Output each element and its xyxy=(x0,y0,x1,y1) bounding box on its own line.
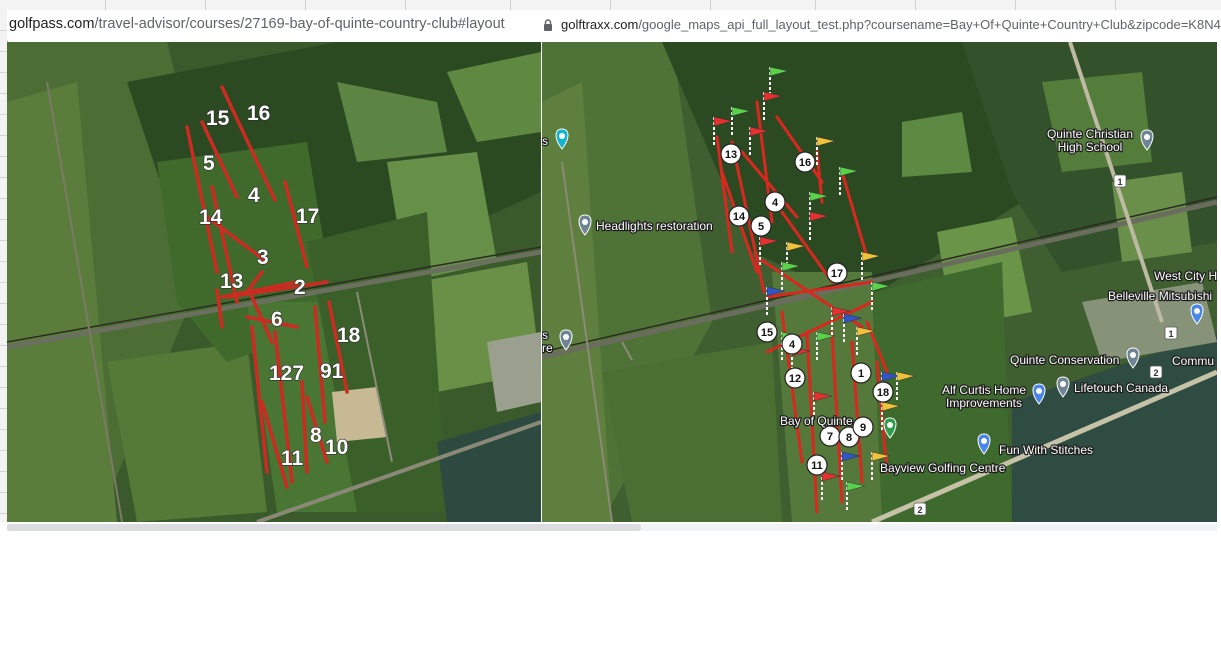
road-shield-icon: 2 xyxy=(913,502,927,516)
road-shield-icon: 1 xyxy=(1113,174,1127,188)
left-hole-label: 15 xyxy=(206,107,230,130)
place-label-text: Improvements xyxy=(946,396,1022,410)
right-map-canvas[interactable]: 131641451715412 17 891118 Headlights resto… xyxy=(542,42,1217,522)
place-label[interactable]: West City H xyxy=(1153,268,1217,284)
hole-marker-label: 18 xyxy=(877,387,889,399)
place-label[interactable]: Bayview Golfing Centre xyxy=(879,460,1007,476)
place-label-text: re xyxy=(542,341,553,355)
right-url-text[interactable]: golftraxx.com/google_maps_api_full_layou… xyxy=(561,17,1221,32)
place-label-text: Quinte Christian xyxy=(1047,127,1133,141)
hole-marker[interactable]: 18 xyxy=(872,381,894,403)
place-label-text: Bay of Quinte xyxy=(780,414,853,428)
place-label-text: High School xyxy=(1058,140,1123,154)
place-label-text: Fun With Stitches xyxy=(999,443,1093,457)
left-hole-label: 17 xyxy=(296,205,319,228)
left-hole-label: 4 xyxy=(248,184,260,207)
hole-marker-label: 13 xyxy=(725,149,737,161)
hole-marker-label: 7 xyxy=(827,431,833,443)
hole-marker[interactable]: 5 xyxy=(750,215,772,237)
hole-marker[interactable]: 14 xyxy=(728,205,750,227)
place-label-text: Quinte Conservation xyxy=(1010,353,1119,367)
right-satellite-map[interactable]: 13 16 4 14 5 17 15 4 12 1 7 8 9 11 18 Headlights resto… xyxy=(542,42,1217,522)
road-shield-icon: 2 xyxy=(1149,365,1163,379)
left-url-text[interactable]: golfpass.com/travel-advisor/courses/2716… xyxy=(9,16,505,32)
left-hole-label: 91 xyxy=(320,360,344,383)
left-hole-label: 18 xyxy=(337,324,361,347)
svg-text:1: 1 xyxy=(1117,177,1122,187)
hole-marker[interactable]: 7 xyxy=(819,425,841,447)
place-label-text: Lifetouch Canada xyxy=(1074,381,1168,395)
hole-marker-label: 14 xyxy=(733,211,746,223)
hole-marker-label: 9 xyxy=(860,422,866,434)
place-label-text: Commu xyxy=(1172,354,1214,368)
hole-marker[interactable]: 17 xyxy=(826,262,848,284)
place-label-text: Belleville Mitsubishi xyxy=(1108,289,1212,303)
hole-marker-label: 4 xyxy=(772,197,779,209)
place-label-text: s xyxy=(542,134,548,148)
left-hole-label: 11 xyxy=(281,447,304,470)
left-hole-label: 6 xyxy=(271,308,283,331)
hole-marker[interactable]: 9 xyxy=(852,416,874,438)
hole-marker-label: 11 xyxy=(811,460,823,472)
right-url-host: golftraxx.com xyxy=(561,17,639,32)
hole-marker[interactable]: 1 xyxy=(850,362,872,384)
hole-marker-label: 8 xyxy=(846,432,852,444)
right-address-bar[interactable]: golftraxx.com/google_maps_api_full_layou… xyxy=(541,10,1221,40)
hole-marker[interactable]: 11 xyxy=(806,454,828,476)
place-label-text: Bayview Golfing Centre xyxy=(880,461,1006,475)
left-hole-label: 10 xyxy=(325,436,348,459)
hole-marker-label: 4 xyxy=(789,339,796,351)
road-shield-icon: 1 xyxy=(1164,326,1178,340)
place-label-text: Headlights restoration xyxy=(596,219,713,233)
hole-marker-label: 15 xyxy=(761,327,773,339)
svg-text:1: 1 xyxy=(1168,329,1173,339)
hole-marker-label: 12 xyxy=(789,373,801,385)
place-label-text: s xyxy=(542,328,548,342)
hole-marker-label: 16 xyxy=(799,157,811,169)
place-label[interactable]: Commu xyxy=(1171,353,1215,369)
place-label-text: West City H xyxy=(1154,269,1217,283)
place-label-text: Alf Curtis Home xyxy=(942,383,1026,397)
lock-icon xyxy=(543,19,553,34)
hole-marker[interactable]: 4 xyxy=(781,333,803,355)
hole-marker[interactable]: 4 xyxy=(764,191,786,213)
hole-marker[interactable]: 15 xyxy=(756,321,778,343)
hole-marker-label: 1 xyxy=(858,368,864,380)
left-hole-label: 5 xyxy=(203,152,215,175)
svg-text:2: 2 xyxy=(917,505,922,515)
left-hole-label: 14 xyxy=(199,206,223,229)
horizontal-scrollbar-thumb[interactable] xyxy=(7,524,641,531)
left-url-path: /travel-advisor/courses/27169-bay-of-qui… xyxy=(94,16,505,32)
hole-marker[interactable]: 13 xyxy=(720,143,742,165)
hole-marker-label: 5 xyxy=(758,221,764,233)
left-hole-label: 13 xyxy=(220,270,243,293)
hole-marker-label: 17 xyxy=(831,268,843,280)
left-hole-label: 8 xyxy=(310,424,322,447)
left-url-host: golfpass.com xyxy=(9,16,95,32)
left-hole-label: 16 xyxy=(247,102,270,125)
right-url-path: /google_maps_api_full_layout_test.php?co… xyxy=(638,17,1221,32)
hole-marker[interactable]: 12 xyxy=(784,367,806,389)
svg-text:2: 2 xyxy=(1153,368,1158,378)
left-hole-label: 2 xyxy=(294,276,306,299)
left-map-canvas[interactable]: 15 16 5 4 14 17 3 13 26 18 127 91 810 11 xyxy=(7,42,541,522)
left-hole-label: 3 xyxy=(257,246,269,269)
left-satellite-map[interactable]: 15 16 5 4 14 17 3 13 2 6 18 127 91 8 10 11 xyxy=(7,42,541,522)
left-hole-label: 127 xyxy=(269,362,304,385)
left-address-bar[interactable]: golfpass.com/travel-advisor/courses/2716… xyxy=(7,10,541,40)
hole-marker[interactable]: 16 xyxy=(794,151,816,173)
